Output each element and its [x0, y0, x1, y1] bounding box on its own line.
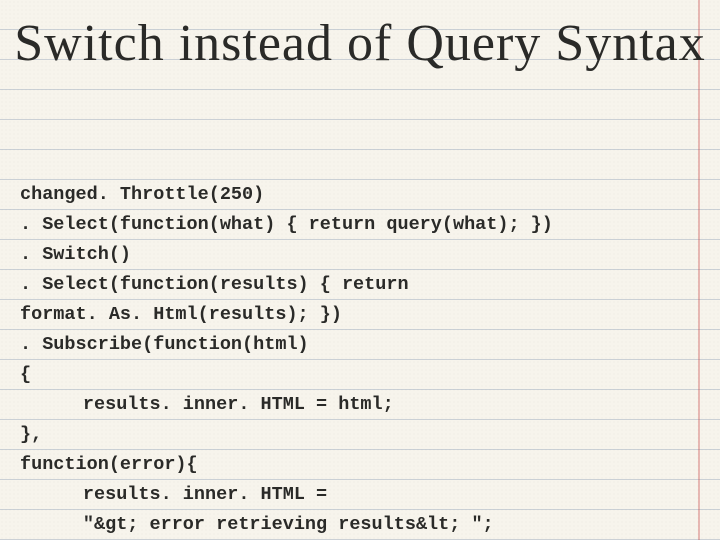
code-line: changed. Throttle(250) — [20, 184, 264, 205]
code-line: format. As. Html(results); }) — [20, 304, 342, 325]
code-line: results. inner. HTML = — [83, 484, 327, 505]
code-block: changed. Throttle(250) . Select(function… — [20, 150, 690, 540]
code-line: . Subscribe(function(html) — [20, 334, 309, 355]
code-line: . Select(function(what) { return query(w… — [20, 214, 553, 235]
code-line: . Switch() — [20, 244, 131, 265]
code-line: results. inner. HTML = html; — [83, 394, 394, 415]
code-line: { — [20, 364, 31, 385]
code-line: "&gt; error retrieving results&lt; "; — [83, 514, 494, 535]
code-line: }, — [20, 424, 42, 445]
code-line: function(error){ — [20, 454, 198, 475]
code-line: . Select(function(results) { return — [20, 274, 409, 295]
slide-title: Switch instead of Query Syntax — [0, 14, 720, 73]
